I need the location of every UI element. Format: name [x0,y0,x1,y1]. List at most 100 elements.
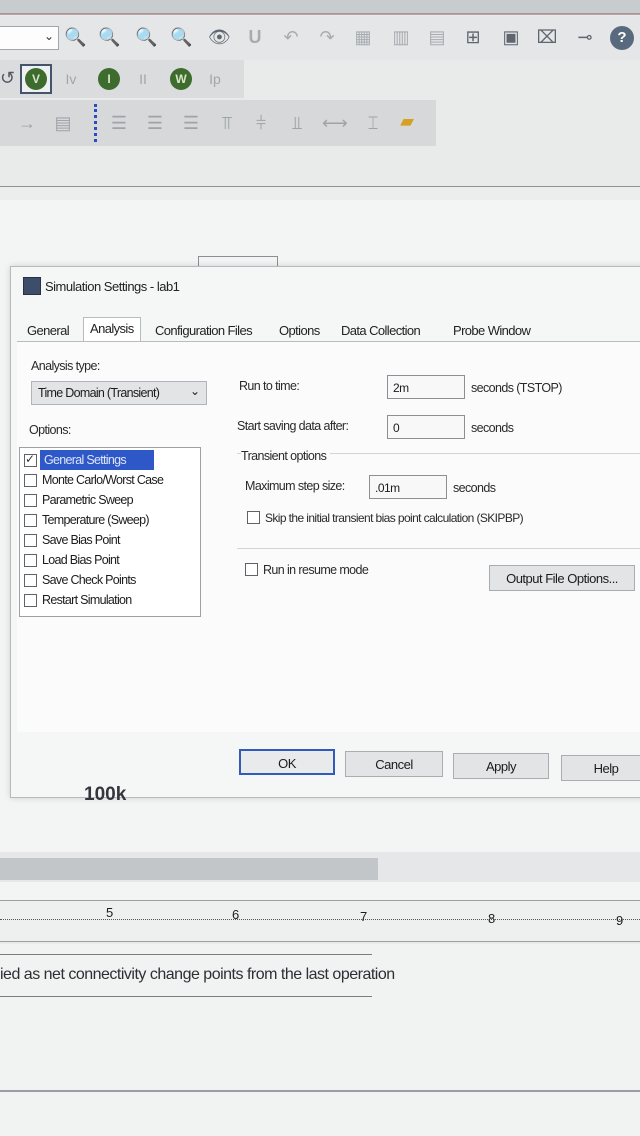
apply-button[interactable]: Apply [453,753,549,779]
output-file-options-button[interactable]: Output File Options... [489,565,635,591]
transient-options-label: Transient options [241,449,331,463]
resume-mode-checkbox[interactable] [245,563,258,576]
align-center-icon[interactable]: ☰ [144,112,166,134]
menu-divider [0,13,640,15]
tab-data-collection[interactable]: Data Collection [341,323,421,338]
ruler-mark: 8 [488,911,496,926]
dropdown-arrow-icon: ⌄ [43,29,54,43]
tab-general[interactable]: General [27,323,70,338]
resume-mode-label: Run in resume mode [263,563,369,577]
current-diff-icon[interactable]: II [132,68,154,90]
run-to-time-label: Run to time: [239,379,300,393]
cancel-button[interactable]: Cancel [345,751,443,777]
run-to-time-unit: seconds (TSTOP) [471,381,562,395]
probe-icon[interactable]: ⌧ [536,26,558,48]
simulation-settings-dialog: Simulation Settings - lab1 General Analy… [10,266,640,798]
connector-icon[interactable]: ⊸ [574,26,596,48]
help-icon[interactable]: ? [610,26,634,50]
toolbar-row-2: ↺ V Iv I II W Ip [0,60,244,98]
current-marker-icon[interactable]: I [98,68,120,90]
toolbar-row-3: → ▤ ☰ ☰ ☰ ⫪ ⫩ ⫫ ⟷ ⌶ ▰ [0,100,436,146]
option-checkbox[interactable] [24,514,37,527]
menu-strip [0,0,640,14]
start-saving-input[interactable]: 0 [387,415,465,439]
options-label: Options: [29,423,71,437]
ruler-mark: 5 [106,905,114,920]
option-label: Restart Simulation [42,593,132,607]
run-to-time-input[interactable]: 2m [387,375,465,399]
start-saving-unit: seconds [471,421,514,435]
option-checkbox[interactable] [24,594,37,607]
app-logo-icon [23,277,41,295]
option-general-settings[interactable]: ✓ General Settings [22,450,198,470]
voltage-marker-button[interactable]: V [20,64,52,94]
zoom-all-icon[interactable]: 🔍 [170,26,192,48]
zoom-in-icon[interactable]: 🔍 [64,26,86,48]
ruler-mark: 9 [616,913,624,928]
skip-bias-checkbox[interactable] [247,511,260,524]
tab-configuration-files[interactable]: Configuration Files [155,323,253,338]
distribute-horizontal-icon[interactable]: ⟷ [322,112,348,134]
power-diff-icon[interactable]: Ip [204,68,226,90]
bottom-divider [0,1090,640,1092]
option-checkbox[interactable] [24,474,37,487]
options-list[interactable]: ✓ General Settings Monte Carlo/Worst Cas… [19,447,201,617]
align-left-icon[interactable]: ☰ [108,112,130,134]
align-bottom-icon[interactable]: ⫫ [286,112,308,134]
option-checkbox[interactable] [24,554,37,567]
redo-icon[interactable]: ↷ [316,26,338,48]
ruler-mark: 6 [232,907,240,922]
max-step-input[interactable]: .01m [369,475,447,499]
zoom-area-icon[interactable]: 🔍 [135,26,157,48]
distribute-vertical-icon[interactable]: ⌶ [362,112,384,134]
analysis-type-select[interactable]: Time Domain (Transient) ⌄ [31,381,207,405]
chevron-down-icon: ⌄ [189,384,200,398]
align-top-icon[interactable]: ⫪ [216,112,238,134]
bring-front-icon[interactable]: ▰ [396,110,418,132]
list-icon[interactable]: ▥ [390,26,412,48]
eye-icon[interactable]: 👁 [208,26,231,48]
voltage-diff-icon[interactable]: Iv [60,68,82,90]
toolbar-separator [94,104,97,142]
analysis-type-value: Time Domain (Transient) [38,386,160,400]
option-checkbox[interactable] [24,494,37,507]
window-icon[interactable]: ⊞ [462,26,484,48]
part-selector-dropdown[interactable]: ⌄ [0,26,59,50]
ruler-mark: 7 [360,909,368,924]
help-button[interactable]: Help [561,755,640,781]
ruler: 5 6 7 8 9 [0,900,640,942]
horizontal-scrollbar-thumb[interactable] [0,858,378,880]
option-label: Save Check Points [42,573,136,587]
dialog-title: Simulation Settings - lab1 [45,279,180,294]
zoom-out-icon[interactable]: 🔍 [98,26,120,48]
align-right-icon[interactable]: ☰ [180,112,202,134]
part-icon[interactable]: ▤ [426,26,448,48]
tab-analysis[interactable]: Analysis [83,317,141,342]
page-icon[interactable]: ▤ [52,112,74,134]
dialog-title-bar: Simulation Settings - lab1 [11,267,640,307]
pin-icon[interactable]: ▣ [500,26,522,48]
option-label: Save Bias Point [42,533,120,547]
option-checkbox[interactable] [24,534,37,547]
tab-probe-window[interactable]: Probe Window [453,323,531,338]
max-step-label: Maximum step size: [245,479,345,493]
undo-icon[interactable]: ↶ [280,26,302,48]
align-middle-icon[interactable]: ⫩ [250,112,272,134]
arrow-right-icon[interactable]: → [16,112,38,134]
max-step-unit: seconds [453,481,496,495]
option-checkbox[interactable] [24,574,37,587]
message-bottom-rule [0,996,372,997]
text-icon[interactable]: U [244,26,266,48]
tab-options[interactable]: Options [279,323,320,338]
option-label: Temperature (Sweep) [42,513,150,527]
option-label: Load Bias Point [42,553,120,567]
status-message: ied as net connectivity change points fr… [0,966,395,983]
message-top-rule [0,954,372,955]
ok-button[interactable]: OK [239,749,335,775]
partial-icon[interactable]: ↺ [0,68,15,89]
toolbar-row-1: ⌄ 🔍 🔍 🔍 🔍 👁 U ↶ ↷ ▦ ▥ ▤ ⊞ ▣ ⌧ ⊸ ? [0,16,640,60]
option-label: Parametric Sweep [42,493,134,507]
power-marker-icon[interactable]: W [170,68,192,90]
ruler-ticks [0,919,640,924]
grid-icon[interactable]: ▦ [352,26,374,48]
